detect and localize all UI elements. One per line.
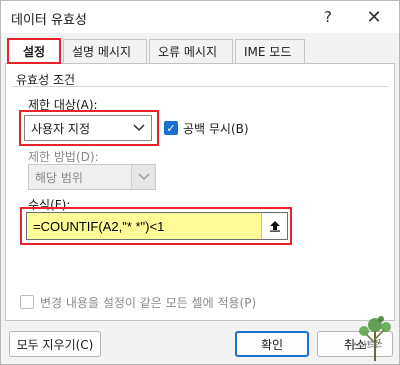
data-value: 해당 범위 <box>35 170 83 185</box>
data-validation-dialog: 데이터 유효성 ? ✕ 설정 설명 메시지 오류 메시지 IME 모드 유효성 … <box>0 0 400 365</box>
ignore-blank-label[interactable]: 공백 무시(B) <box>183 120 249 137</box>
tab-input-message[interactable]: 설명 메시지 <box>63 39 147 63</box>
clear-all-button[interactable]: 모두 지우기(C) <box>9 331 101 357</box>
window-title: 데이터 유효성 <box>11 13 87 28</box>
cancel-button[interactable]: 취소 <box>317 331 393 357</box>
formula-value[interactable]: =COUNTIF(A2,"* *")<1 <box>27 213 261 239</box>
formula-input[interactable]: =COUNTIF(A2,"* *")<1 <box>26 212 288 240</box>
title-bar: 데이터 유효성 ? ✕ <box>1 1 399 33</box>
data-label: 제한 방법(D): <box>28 150 99 164</box>
help-icon: ? <box>324 8 332 26</box>
settings-panel: 유효성 조건 제한 대상(A): 사용자 지정 ✓ 공백 무시(B) 제한 방법… <box>5 63 395 321</box>
chevron-down-icon <box>127 116 151 140</box>
allow-dropdown[interactable]: 사용자 지정 <box>24 115 152 141</box>
close-button[interactable]: ✕ <box>351 1 397 33</box>
collapse-dialog-button[interactable] <box>261 213 287 239</box>
tab-error-alert[interactable]: 오류 메시지 <box>149 39 233 63</box>
apply-all-label[interactable]: 변경 내용을 설정이 같은 모든 셀에 적용(P) <box>40 294 256 311</box>
ok-button[interactable]: 확인 <box>235 331 309 357</box>
help-button[interactable]: ? <box>305 1 351 33</box>
close-icon: ✕ <box>366 6 382 28</box>
data-dropdown[interactable]: 해당 범위 <box>28 164 156 190</box>
chevron-down-icon <box>131 165 155 189</box>
group-divider <box>12 86 388 87</box>
apply-all-checkbox[interactable] <box>20 295 34 309</box>
allow-value: 사용자 지정 <box>31 121 91 136</box>
tab-ime-mode[interactable]: IME 모드 <box>235 39 305 63</box>
upload-arrow-icon <box>269 221 280 232</box>
ignore-blank-checkbox[interactable]: ✓ <box>164 121 178 135</box>
tab-settings[interactable]: 설정 <box>7 38 61 64</box>
checkmark-icon: ✓ <box>166 121 176 135</box>
